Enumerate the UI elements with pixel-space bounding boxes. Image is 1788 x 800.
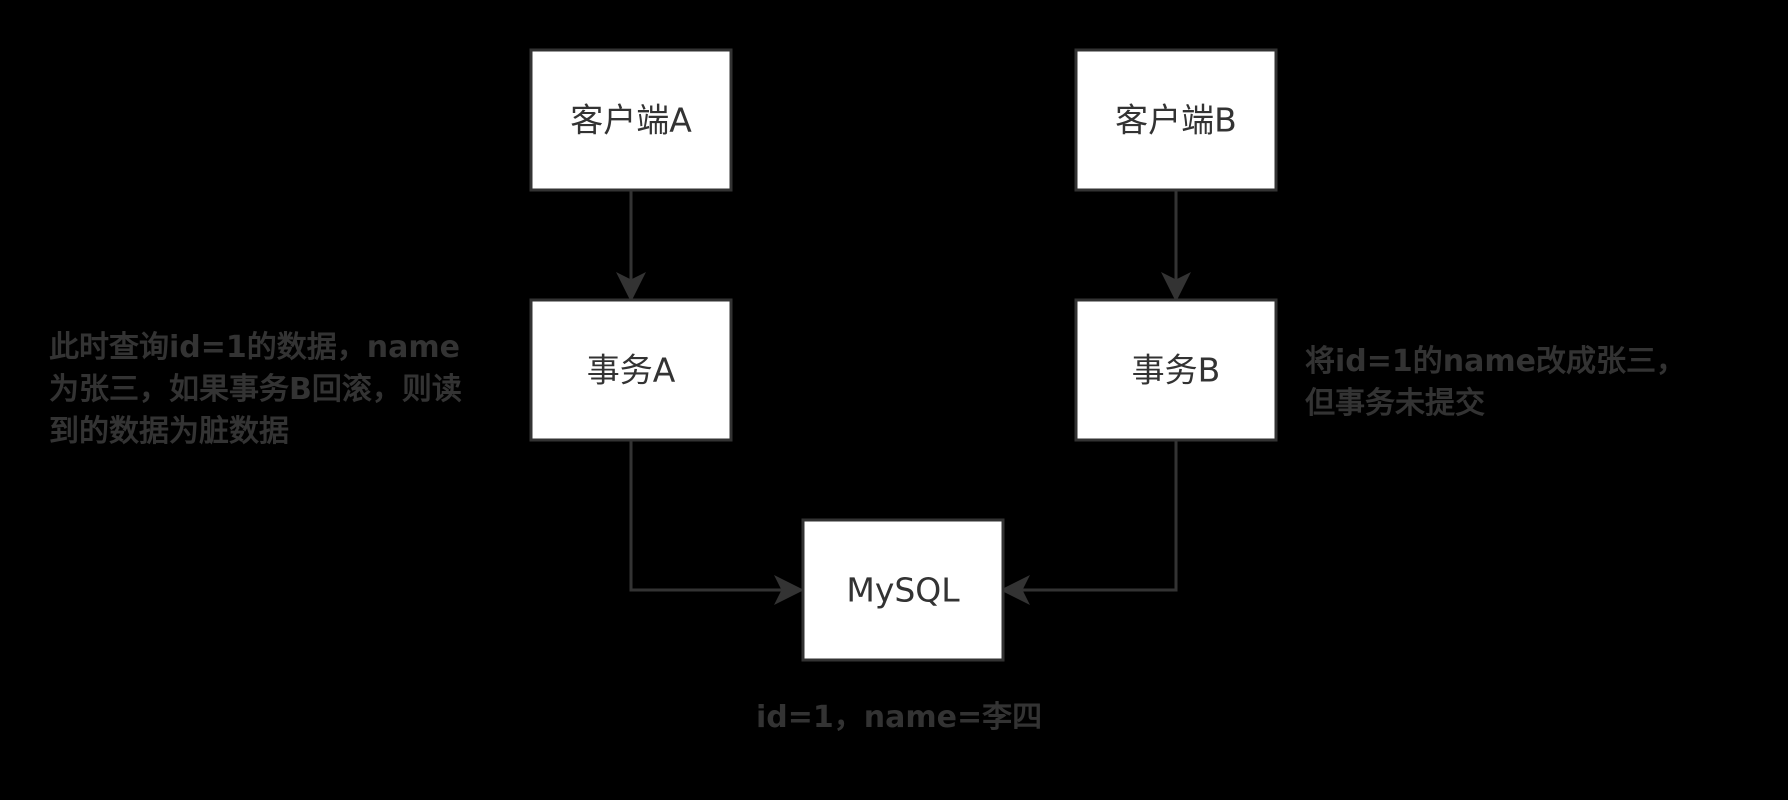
- node-client-a: 客户端A: [529, 48, 733, 192]
- node-txn-b-label: 事务B: [1132, 351, 1221, 390]
- node-txn-a: 事务A: [529, 298, 733, 442]
- node-client-b-label: 客户端B: [1115, 101, 1237, 140]
- note-right: 将id=1的name改成张三， 但事务未提交: [1305, 341, 1686, 425]
- note-bottom: id=1，name=李四: [756, 697, 1042, 739]
- node-txn-b: 事务B: [1074, 298, 1278, 442]
- node-client-a-label: 客户端A: [570, 101, 692, 140]
- node-mysql: MySQL: [801, 518, 1005, 662]
- note-left-line-1: 此时查询id=1的数据，name: [49, 330, 460, 365]
- note-left-line-2: 为张三，如果事务B回滚，则读: [49, 372, 462, 407]
- note-bottom-line: id=1，name=李四: [756, 700, 1043, 735]
- arrow-txn-b-to-mysql: [1000, 441, 1178, 605]
- node-txn-a-label: 事务A: [587, 351, 676, 390]
- arrow-txn-a-to-mysql: [629, 441, 804, 605]
- note-left-line-3: 到的数据为脏数据: [49, 414, 289, 449]
- note-right-line-2: 但事务未提交: [1305, 386, 1485, 421]
- node-mysql-label: MySQL: [846, 571, 960, 610]
- note-right-line-1: 将id=1的name改成张三，: [1305, 344, 1686, 379]
- node-client-b: 客户端B: [1074, 48, 1278, 192]
- note-left: 此时查询id=1的数据，name 为张三，如果事务B回滚，则读 到的数据为脏数据: [49, 327, 462, 453]
